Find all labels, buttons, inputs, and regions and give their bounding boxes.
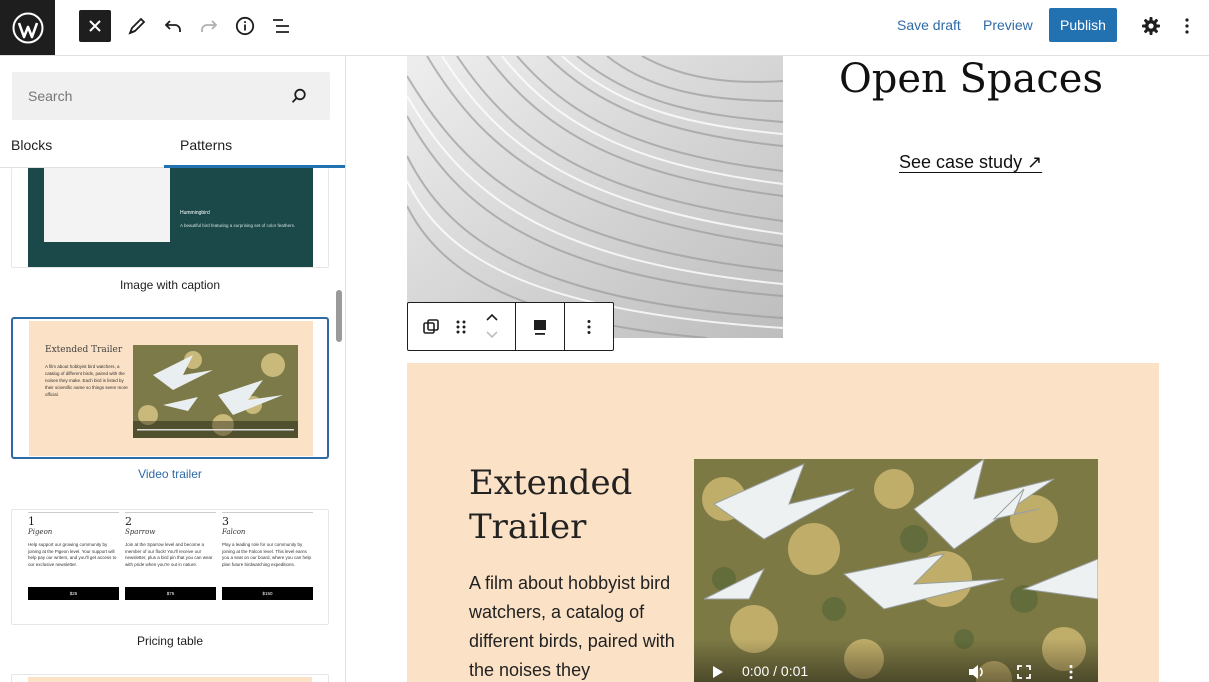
options-menu-button[interactable] bbox=[1171, 10, 1203, 42]
tier-number: 3 bbox=[222, 515, 229, 528]
pattern-preview bbox=[28, 677, 312, 682]
tier-number: 2 bbox=[125, 515, 132, 528]
tier-text: Play a leading role for our community by… bbox=[222, 542, 312, 567]
pattern-search bbox=[12, 72, 330, 120]
preview-text: A film about hobbyist bird watchers, a c… bbox=[45, 364, 128, 397]
pattern-next-preview[interactable] bbox=[11, 674, 329, 682]
see-case-study-link[interactable]: See case study ↗ bbox=[899, 152, 1042, 173]
align-button[interactable] bbox=[529, 316, 551, 338]
gear-icon bbox=[1142, 17, 1160, 35]
trailer-heading[interactable]: Extended Trailer bbox=[469, 461, 679, 549]
publish-button[interactable]: Publish bbox=[1049, 8, 1117, 42]
toolbar-separator bbox=[564, 303, 565, 350]
fullscreen-icon[interactable] bbox=[1017, 665, 1031, 679]
video-trailer-block[interactable]: Extended Trailer A film about hobbyist b… bbox=[407, 363, 1159, 682]
inserter-tabs: Blocks Patterns bbox=[0, 128, 345, 168]
pencil-icon bbox=[128, 17, 146, 35]
trailer-video[interactable]: 0:00 / 0:01 bbox=[694, 459, 1098, 682]
pricing-tier: 3 Falcon Play a leading role for our com… bbox=[222, 512, 313, 612]
architecture-image[interactable] bbox=[407, 56, 783, 338]
details-button[interactable] bbox=[229, 10, 261, 42]
sidebar-scrollbar[interactable] bbox=[336, 290, 342, 342]
pattern-pricing-table[interactable]: 1 Pigeon Help support our growing commun… bbox=[11, 509, 329, 625]
move-up-button[interactable] bbox=[481, 307, 503, 327]
pattern-preview: 1 Pigeon Help support our growing commun… bbox=[28, 512, 314, 622]
redo-button[interactable] bbox=[193, 10, 225, 42]
tier-price-button: $25 bbox=[28, 587, 119, 600]
pricing-tier: 1 Pigeon Help support our growing commun… bbox=[28, 512, 119, 612]
move-down-button[interactable] bbox=[481, 327, 503, 343]
editor-canvas: Open Spaces See case study ↗ Extended Tr… bbox=[346, 56, 1209, 682]
preview-image-placeholder bbox=[44, 168, 170, 242]
list-view-button[interactable] bbox=[265, 10, 297, 42]
tier-name: Sparrow bbox=[125, 528, 156, 536]
pattern-label[interactable]: Video trailer bbox=[11, 467, 329, 481]
tier-name: Pigeon bbox=[28, 528, 53, 536]
tier-name: Falcon bbox=[222, 528, 246, 536]
curved-lines-image bbox=[407, 56, 783, 338]
pattern-label[interactable]: Pricing table bbox=[11, 634, 329, 648]
editor-top-bar: Save draft Preview Publish bbox=[0, 0, 1209, 56]
close-icon bbox=[89, 20, 101, 32]
tab-blocks[interactable]: Blocks bbox=[11, 128, 151, 168]
bird-pattern-image bbox=[133, 345, 298, 438]
block-inserter-sidebar: Blocks Patterns Hummingbird A beautiful … bbox=[0, 56, 346, 682]
video-controls: 0:00 / 0:01 bbox=[694, 639, 1098, 682]
tier-number: 1 bbox=[28, 515, 35, 528]
wordpress-icon bbox=[12, 12, 43, 43]
drag-handle-icon bbox=[456, 320, 466, 334]
volume-icon[interactable] bbox=[968, 664, 986, 680]
close-inserter-button[interactable] bbox=[79, 10, 111, 42]
chevron-up-icon bbox=[486, 313, 498, 321]
trailer-description[interactable]: A film about hobbyist bird watchers, a c… bbox=[469, 569, 679, 682]
more-vertical-icon bbox=[587, 320, 591, 334]
preview-title: Extended Trailer bbox=[45, 345, 123, 355]
block-type-button[interactable] bbox=[420, 316, 442, 338]
settings-button[interactable] bbox=[1135, 10, 1167, 42]
pattern-video-trailer[interactable]: Extended Trailer A film about hobbyist b… bbox=[11, 317, 329, 459]
more-vertical-icon[interactable] bbox=[1068, 664, 1074, 680]
wordpress-logo-button[interactable] bbox=[0, 0, 55, 55]
pricing-tier: 2 Sparrow Join at the Sparrow level and … bbox=[125, 512, 216, 612]
info-icon bbox=[235, 16, 255, 36]
duplicate-icon bbox=[423, 319, 439, 334]
redo-icon bbox=[201, 20, 218, 32]
pattern-preview: Extended Trailer A film about hobbyist b… bbox=[29, 321, 313, 456]
hero-heading[interactable]: Open Spaces bbox=[836, 56, 1106, 102]
video-time: 0:00 / 0:01 bbox=[742, 663, 809, 679]
tab-patterns[interactable]: Patterns bbox=[164, 128, 345, 168]
preview-button[interactable]: Preview bbox=[983, 17, 1033, 33]
preview-title: Hummingbird bbox=[180, 210, 210, 216]
tier-text: Help support our growing community by jo… bbox=[28, 542, 117, 567]
list-view-icon bbox=[273, 19, 289, 33]
undo-button[interactable] bbox=[157, 10, 189, 42]
pattern-label[interactable]: Image with caption bbox=[11, 278, 329, 292]
chevron-down-icon bbox=[486, 331, 498, 339]
tier-price-button: $150 bbox=[222, 587, 313, 600]
align-full-icon bbox=[534, 320, 546, 335]
play-icon[interactable] bbox=[712, 665, 724, 679]
pattern-preview: Hummingbird A beautiful bird featuring a… bbox=[28, 168, 313, 267]
tier-price-button: $75 bbox=[125, 587, 216, 600]
save-draft-button[interactable]: Save draft bbox=[897, 17, 961, 33]
drag-handle[interactable] bbox=[450, 316, 472, 338]
tier-text: Join at the Sparrow level and become a m… bbox=[125, 542, 213, 567]
preview-text: A beautiful bird featuring a surprising … bbox=[180, 223, 296, 228]
search-input[interactable] bbox=[12, 72, 272, 120]
search-icon[interactable] bbox=[290, 87, 308, 105]
toolbar-separator bbox=[515, 303, 516, 350]
preview-video bbox=[133, 345, 298, 438]
block-options-button[interactable] bbox=[578, 316, 600, 338]
more-vertical-icon bbox=[1185, 18, 1189, 34]
block-toolbar bbox=[407, 302, 614, 351]
undo-icon bbox=[164, 20, 181, 32]
pattern-image-with-caption[interactable]: Hummingbird A beautiful bird featuring a… bbox=[11, 168, 329, 268]
tools-button[interactable] bbox=[121, 10, 153, 42]
